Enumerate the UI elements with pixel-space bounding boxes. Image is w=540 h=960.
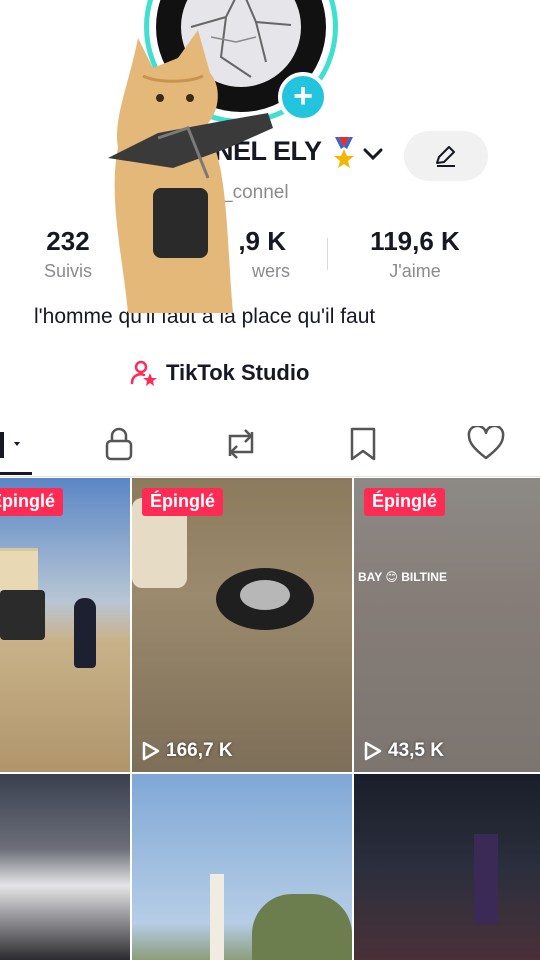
video-overlay-text: BAY 😊 BILTINE xyxy=(358,570,447,584)
studio-user-icon xyxy=(130,360,157,386)
following-count: 232 xyxy=(46,226,90,256)
repost-icon[interactable] xyxy=(222,426,260,467)
building-shape xyxy=(0,548,38,591)
chevron-down-icon[interactable] xyxy=(362,146,384,167)
video-thumbnail[interactable]: Épinglé BAY 😊 BILTINE 43,5 K xyxy=(354,478,540,772)
tiktok-studio-button[interactable]: TikTok Studio xyxy=(130,357,309,389)
play-icon xyxy=(364,741,382,761)
minaret-shape xyxy=(210,874,224,960)
likes-label: J'aime xyxy=(389,261,441,281)
heart-icon[interactable] xyxy=(467,424,505,467)
lock-icon[interactable] xyxy=(103,426,135,467)
stat-divider xyxy=(327,238,328,270)
play-icon xyxy=(142,741,160,761)
following-label: Suivis xyxy=(43,261,92,281)
view-count: 43,5 K xyxy=(364,740,444,762)
active-tab-indicator xyxy=(0,472,32,475)
add-avatar-button[interactable]: + xyxy=(278,72,328,122)
view-count: 166,7 K xyxy=(142,740,233,762)
video-thumbnail[interactable] xyxy=(132,774,352,960)
pinned-badge: Épinglé xyxy=(0,488,64,516)
studio-label: TikTok Studio xyxy=(166,360,310,385)
pinned-badge: Épinglé xyxy=(142,488,224,516)
bookmark-icon[interactable] xyxy=(348,426,378,467)
video-thumbnail[interactable] xyxy=(0,774,130,960)
medal-icon xyxy=(331,137,357,174)
car-shape xyxy=(0,590,45,640)
video-thumbnail[interactable] xyxy=(354,774,540,960)
tree-shape xyxy=(252,894,352,960)
likes-stat[interactable]: 119,6 K J'aime xyxy=(345,226,485,282)
following-stat[interactable]: 232 Suivis xyxy=(28,226,108,282)
tabs-divider xyxy=(0,476,540,477)
edit-profile-button[interactable] xyxy=(404,131,488,181)
video-thumbnail[interactable]: Épinglé xyxy=(0,478,130,772)
tire-shape xyxy=(216,568,314,630)
profile-tabs xyxy=(0,418,540,475)
videos-grid-icon[interactable] xyxy=(0,430,30,465)
person-shape xyxy=(74,598,96,668)
pinned-badge: Épinglé xyxy=(364,488,446,516)
pencil-icon xyxy=(436,146,455,167)
cat-sticker xyxy=(98,28,283,323)
video-thumbnail[interactable]: Épinglé 166,7 K xyxy=(132,478,352,772)
poster-shape xyxy=(474,834,498,924)
likes-count: 119,6 K xyxy=(370,226,460,256)
